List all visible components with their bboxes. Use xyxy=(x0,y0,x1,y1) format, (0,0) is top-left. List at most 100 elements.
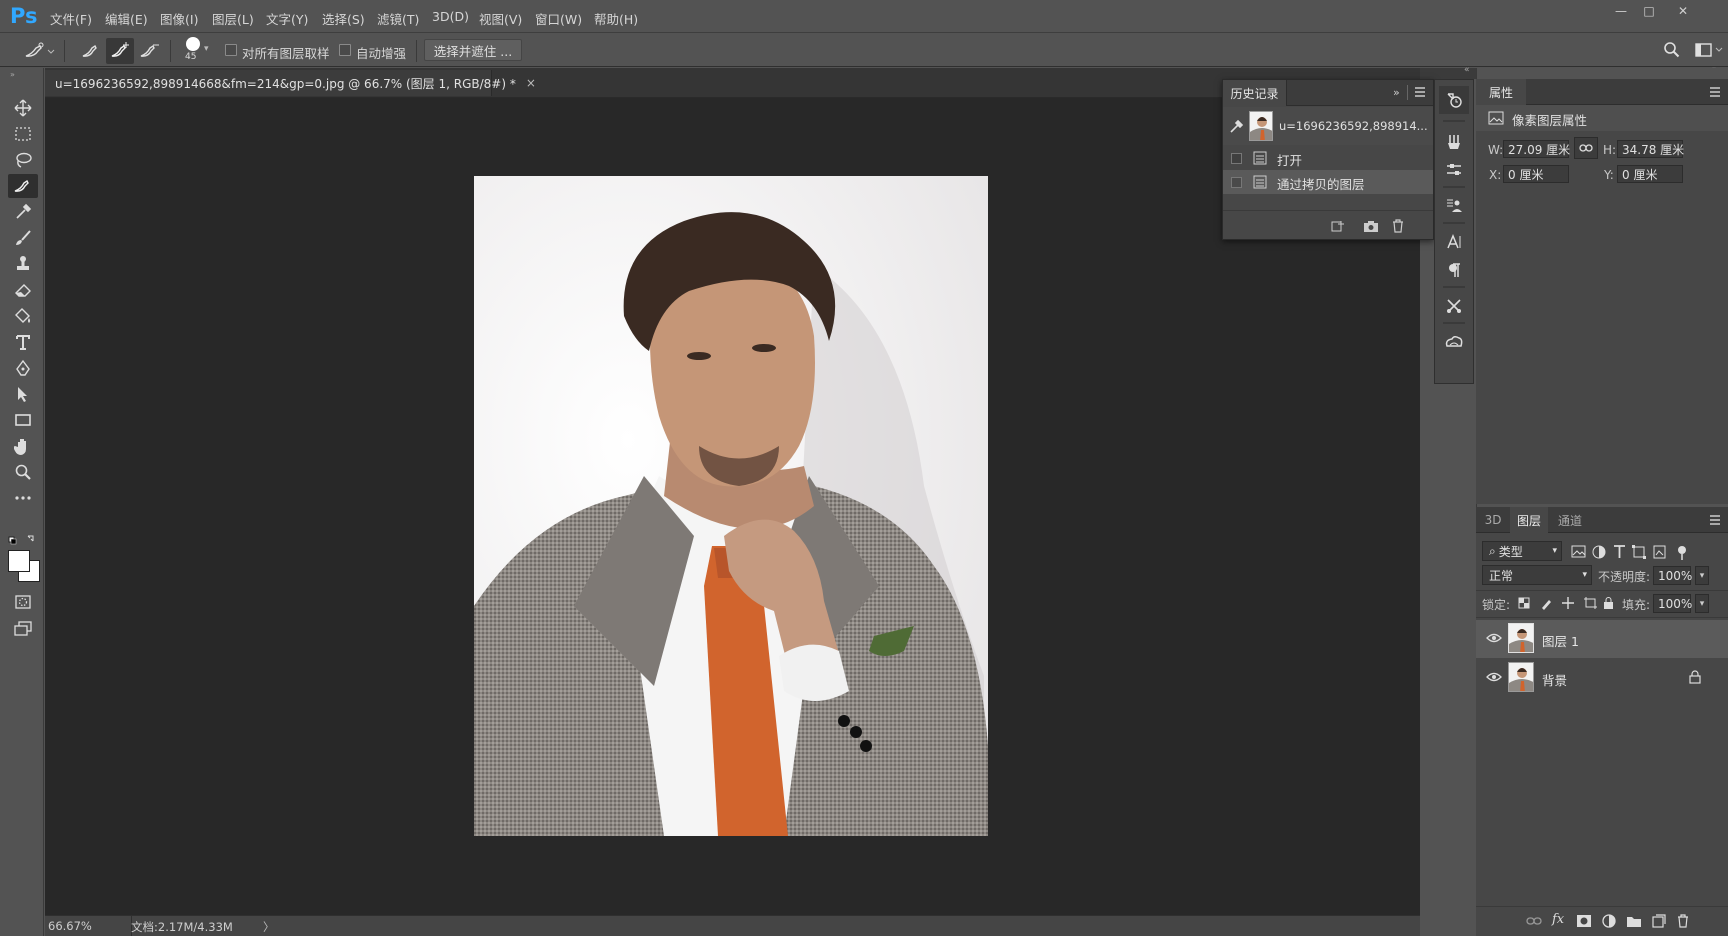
history-source-checkbox[interactable] xyxy=(1231,177,1242,188)
link-dimensions-button[interactable] xyxy=(1574,137,1598,159)
paint-bucket-tool[interactable] xyxy=(8,304,38,328)
add-to-selection-button[interactable] xyxy=(106,38,134,64)
history-panel-icon[interactable] xyxy=(1439,86,1469,114)
path-selection-tool[interactable] xyxy=(8,382,38,406)
quick-selection-tool[interactable] xyxy=(8,174,38,198)
menu-select[interactable]: 选择(S) xyxy=(322,9,365,28)
new-document-from-state-button[interactable] xyxy=(1331,219,1347,233)
menu-view[interactable]: 视图(V) xyxy=(479,9,522,28)
image-canvas[interactable] xyxy=(474,176,988,836)
menu-filter[interactable]: 滤镜(T) xyxy=(377,9,419,28)
zoom-level[interactable]: 66.67% xyxy=(48,919,92,933)
new-layer-button[interactable] xyxy=(1652,914,1666,928)
move-tool[interactable] xyxy=(8,96,38,120)
visibility-eye-icon[interactable] xyxy=(1486,671,1502,683)
menu-file[interactable]: 文件(F) xyxy=(50,9,92,28)
status-menu-arrow[interactable]: 〉 xyxy=(263,919,275,935)
layer-row-background[interactable]: 背景 xyxy=(1476,659,1728,697)
libraries-icon[interactable] xyxy=(1435,328,1473,356)
type-tool[interactable] xyxy=(8,330,38,354)
height-field[interactable]: 34.78 厘米 xyxy=(1617,140,1684,158)
history-item-layer-via-copy[interactable]: 通过拷贝的图层 xyxy=(1223,170,1433,194)
menu-layer[interactable]: 图层(L) xyxy=(212,9,254,28)
document-size-info: 文档:2.17M/4.33M xyxy=(131,920,233,934)
clone-stamp-tool[interactable] xyxy=(8,252,38,276)
new-selection-button[interactable] xyxy=(78,39,104,63)
minimize-button[interactable]: — xyxy=(1608,2,1634,20)
screen-mode-button[interactable] xyxy=(8,616,38,640)
menu-window[interactable]: 窗口(W) xyxy=(535,9,582,28)
opacity-chevron-icon[interactable]: ▾ xyxy=(1695,566,1709,585)
new-snapshot-button[interactable] xyxy=(1363,219,1379,233)
menu-3d[interactable]: 3D(D) xyxy=(432,9,469,24)
search-button[interactable] xyxy=(1662,41,1680,59)
menu-type[interactable]: 文字(Y) xyxy=(266,9,308,28)
expand-panel-icon[interactable]: » xyxy=(1393,86,1400,99)
quick-mask-button[interactable] xyxy=(8,590,38,614)
rectangle-tool[interactable] xyxy=(8,408,38,432)
history-item-open[interactable]: 打开 xyxy=(1223,146,1433,170)
add-layer-style-button[interactable]: fx xyxy=(1552,912,1564,927)
maximize-button[interactable]: □ xyxy=(1636,2,1662,20)
visibility-eye-icon[interactable] xyxy=(1486,632,1502,644)
zoom-tool[interactable] xyxy=(8,460,38,484)
paragraph-panel-icon[interactable] xyxy=(1435,256,1473,284)
layer-comps-icon[interactable] xyxy=(1435,192,1473,220)
link-layers-button[interactable] xyxy=(1526,915,1542,927)
close-window-button[interactable]: ✕ xyxy=(1670,2,1696,20)
blend-mode-dropdown[interactable]: 正常 ▾ xyxy=(1482,565,1592,585)
hand-tool[interactable] xyxy=(8,434,38,458)
delete-state-button[interactable] xyxy=(1391,218,1405,234)
subtract-from-selection-button[interactable] xyxy=(136,39,162,63)
brush-size-picker[interactable]: 45 ▾ xyxy=(180,36,210,66)
default-colors-button[interactable] xyxy=(8,534,38,546)
marquee-tool[interactable] xyxy=(8,122,38,146)
tab-channels[interactable]: 通道 xyxy=(1550,507,1590,533)
collapse-arrows-icon[interactable]: « xyxy=(1464,65,1470,75)
document-tab[interactable]: u=1696236592,898914668&fm=214&gp=0.jpg @… xyxy=(45,70,536,96)
lock-artboard-icon xyxy=(1584,597,1597,609)
tool-presets-icon[interactable] xyxy=(1435,128,1473,156)
panel-menu-icon[interactable] xyxy=(1413,85,1427,99)
layer-filter-dropdown[interactable]: ⌕ 类型 ▾ xyxy=(1482,541,1562,561)
eyedropper-tool[interactable] xyxy=(8,200,38,224)
delete-layer-button[interactable] xyxy=(1676,913,1690,929)
fill-chevron-icon[interactable]: ▾ xyxy=(1695,594,1709,613)
fill-field[interactable]: 100% xyxy=(1653,594,1692,613)
history-snapshot[interactable]: u=1696236592,898914... xyxy=(1223,107,1433,145)
panel-menu-icon[interactable] xyxy=(1708,513,1722,527)
pen-tool[interactable] xyxy=(8,356,38,380)
width-field[interactable]: 27.09 厘米 xyxy=(1503,140,1570,158)
eraser-tool[interactable] xyxy=(8,278,38,302)
collapse-arrows-icon[interactable]: » xyxy=(10,70,15,79)
close-tab-icon[interactable]: × xyxy=(526,76,536,90)
tool-preset-picker[interactable] xyxy=(22,40,56,62)
lock-transparent-icon xyxy=(1518,597,1530,609)
opacity-field[interactable]: 100% xyxy=(1653,566,1692,585)
tab-layers[interactable]: 图层 xyxy=(1510,507,1548,533)
workspace-switcher[interactable] xyxy=(1694,41,1726,59)
menu-edit[interactable]: 编辑(E) xyxy=(105,9,148,28)
select-and-mask-button[interactable]: 选择并遮住 ... xyxy=(424,39,522,61)
edit-toolbar-button[interactable] xyxy=(8,486,38,510)
brush-tool[interactable] xyxy=(8,226,38,250)
brush-settings-icon[interactable] xyxy=(1435,292,1473,320)
new-adjustment-layer-button[interactable] xyxy=(1602,914,1616,928)
x-field[interactable]: 0 厘米 xyxy=(1503,165,1569,183)
tab-3d[interactable]: 3D xyxy=(1476,507,1510,533)
auto-enhance-checkbox[interactable] xyxy=(339,44,351,56)
character-panel-icon[interactable] xyxy=(1435,228,1473,256)
adjustments-icon[interactable] xyxy=(1435,156,1473,184)
menu-help[interactable]: 帮助(H) xyxy=(594,9,638,28)
lasso-tool[interactable] xyxy=(8,148,38,172)
y-field[interactable]: 0 厘米 xyxy=(1617,165,1683,183)
history-tab[interactable]: 历史记录 xyxy=(1223,80,1287,106)
history-source-checkbox[interactable] xyxy=(1231,153,1242,164)
properties-tab[interactable]: 属性 xyxy=(1476,79,1526,105)
menu-image[interactable]: 图像(I) xyxy=(160,9,198,28)
sample-all-layers-checkbox[interactable] xyxy=(225,44,237,56)
panel-menu-icon[interactable] xyxy=(1708,85,1722,99)
add-mask-button[interactable] xyxy=(1576,914,1592,928)
layer-row-layer1[interactable]: 图层 1 xyxy=(1476,620,1728,658)
new-group-button[interactable] xyxy=(1626,914,1642,928)
